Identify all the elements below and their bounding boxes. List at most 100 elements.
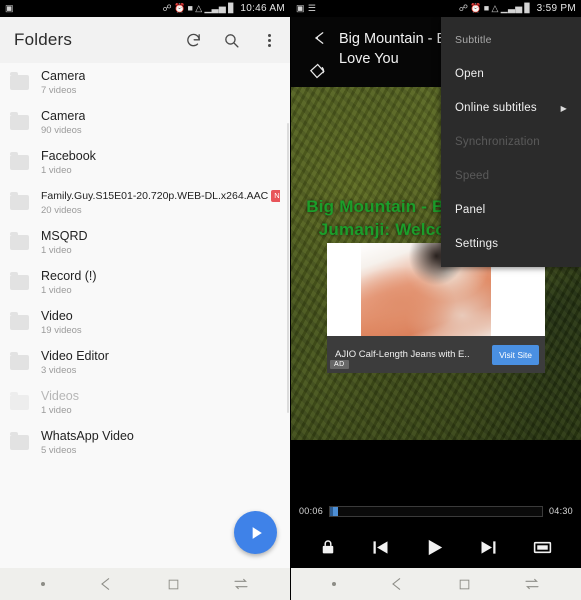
seek-bar[interactable] xyxy=(329,505,543,517)
lock-icon[interactable] xyxy=(319,538,337,556)
menu-item-panel[interactable]: Panel xyxy=(441,193,581,227)
folder-count: 1 video xyxy=(41,405,72,416)
battery-icon: ▊ xyxy=(228,3,236,13)
folder-list-item[interactable]: Videos 1 video xyxy=(0,383,290,423)
left-statusbar-right-icons: ☍ ⏰ ■ △ ▁▃▅ ▊ 10:46 AM xyxy=(163,3,285,14)
folder-list-item[interactable]: Video Editor 3 videos xyxy=(0,343,290,383)
folder-list-item[interactable]: MSQRD 1 video xyxy=(0,223,290,263)
refresh-icon[interactable] xyxy=(182,29,204,51)
folder-icon xyxy=(10,192,29,210)
right-statusbar-right-icons: ☍ ⏰ ■ △ ▁▃▅ ▊ 3:59 PM xyxy=(459,3,576,14)
folder-name: Videos xyxy=(41,389,79,403)
screen-rotate-icon[interactable] xyxy=(309,61,329,81)
nav-dot-icon[interactable] xyxy=(331,582,336,586)
folder-icon xyxy=(10,232,29,250)
folder-count: 7 videos xyxy=(41,85,77,96)
menu-item-speed: Speed xyxy=(441,159,581,193)
folder-icon xyxy=(10,112,29,130)
total-time: 04:30 xyxy=(548,506,573,516)
folder-name: Camera xyxy=(41,109,86,123)
left-phone-screen: ▣ ☍ ⏰ ■ △ ▁▃▅ ▊ 10:46 AM Folders Camera … xyxy=(0,0,290,600)
folder-text: Video Editor 3 videos xyxy=(41,349,109,378)
right-navbar xyxy=(291,568,581,600)
folder-name: Record (!) xyxy=(41,269,97,283)
chevron-right-icon: ▶ xyxy=(560,103,567,113)
left-toolbar: Folders xyxy=(0,17,290,63)
nav-recents-icon[interactable] xyxy=(233,576,249,592)
left-statusbar-left-icons: ▣ xyxy=(5,4,14,13)
alarm-icon: ⏰ xyxy=(470,3,482,13)
folder-list-item[interactable]: Family.Guy.S15E01-20.720p.WEB-DL.x264.AA… xyxy=(0,183,290,223)
aspect-ratio-icon[interactable] xyxy=(532,537,553,558)
folder-text: Facebook 1 video xyxy=(41,149,96,178)
menu-item-online-subtitles[interactable]: Online subtitles ▶ xyxy=(441,91,581,125)
folder-text: Camera 90 videos xyxy=(41,109,85,138)
folder-text: Family.Guy.S15E01-20.720p.WEB-DL.x264.AA… xyxy=(41,189,280,218)
play-fab-button[interactable] xyxy=(234,511,277,554)
visit-site-button[interactable]: Visit Site xyxy=(492,344,539,365)
folder-icon xyxy=(10,152,29,170)
folder-icon xyxy=(10,272,29,290)
search-icon[interactable] xyxy=(220,29,242,51)
nav-home-icon[interactable] xyxy=(458,578,471,591)
folder-name: Camera xyxy=(41,69,86,83)
folder-count: 20 videos xyxy=(41,205,82,216)
menu-item-label: Settings xyxy=(455,238,499,250)
battery-icon: ▊ xyxy=(524,3,532,13)
folder-list-item[interactable]: Video 19 videos xyxy=(0,303,290,343)
menu-item-label: Synchronization xyxy=(455,136,540,148)
menu-item-settings[interactable]: Settings xyxy=(441,227,581,261)
wifi-icon: △ xyxy=(195,3,203,13)
transport-controls xyxy=(299,526,573,568)
folder-list[interactable]: Camera 7 videos Camera 90 videos Faceboo… xyxy=(0,63,290,568)
folder-text: Video 19 videos xyxy=(41,309,82,338)
nav-recents-icon[interactable] xyxy=(524,576,540,592)
bluetooth-icon: ☍ xyxy=(162,3,172,13)
ad-bottom-bar: AJIO Calf-Length Jeans with E.. Visit Si… xyxy=(327,336,545,373)
seek-row: 00:06 04:30 xyxy=(299,496,573,526)
folder-count: 1 video xyxy=(41,165,72,176)
nav-back-icon[interactable] xyxy=(98,576,114,592)
play-icon[interactable] xyxy=(423,536,446,559)
folder-icon xyxy=(10,312,29,330)
folder-icon xyxy=(10,432,29,450)
right-statusbar: ▣ ☰ ☍ ⏰ ■ △ ▁▃▅ ▊ 3:59 PM xyxy=(291,0,581,17)
folder-count: 5 videos xyxy=(41,445,77,456)
scrollbar[interactable] xyxy=(287,123,289,413)
right-statusbar-left-icons: ▣ ☰ xyxy=(296,4,316,13)
folder-list-item[interactable]: WhatsApp Video 5 videos xyxy=(0,423,290,463)
new-badge: NEW xyxy=(271,189,280,202)
folder-list-item[interactable]: Record (!) 1 video xyxy=(0,263,290,303)
bluetooth-icon: ☍ xyxy=(458,3,469,13)
previous-icon[interactable] xyxy=(370,537,391,558)
menu-item-open[interactable]: Open xyxy=(441,57,581,91)
nav-home-icon[interactable] xyxy=(167,578,180,591)
more-options-icon[interactable] xyxy=(258,29,280,51)
nav-dot-icon[interactable] xyxy=(40,582,45,586)
ad-label: AD xyxy=(330,360,349,369)
left-statusbar: ▣ ☍ ⏰ ■ △ ▁▃▅ ▊ 10:46 AM xyxy=(0,0,290,17)
toolbar-actions xyxy=(182,29,280,51)
menu-item-label: Panel xyxy=(455,204,486,216)
back-arrow-icon[interactable] xyxy=(310,29,328,47)
vibrate-icon: ■ xyxy=(483,3,490,13)
folder-name: MSQRD xyxy=(41,229,88,243)
folder-count: 1 video xyxy=(41,245,72,256)
vibrate-icon: ■ xyxy=(187,3,194,13)
nav-back-icon[interactable] xyxy=(389,576,405,592)
folder-list-item[interactable]: Camera 90 videos xyxy=(0,103,290,143)
next-icon[interactable] xyxy=(478,537,499,558)
menu-item-label: Online subtitles xyxy=(455,102,537,114)
current-time: 00:06 xyxy=(299,506,324,516)
subtitle-options-menu[interactable]: Subtitle Open Online subtitles ▶ Synchro… xyxy=(441,17,581,267)
folder-list-item[interactable]: Camera 7 videos xyxy=(0,63,290,103)
folder-name: Facebook xyxy=(41,149,96,163)
folder-name-row: Family.Guy.S15E01-20.720p.WEB-DL.x264.AA… xyxy=(41,189,280,204)
folder-text: Record (!) 1 video xyxy=(41,269,97,298)
folder-list-item[interactable]: Facebook 1 video xyxy=(0,143,290,183)
seek-thumb[interactable] xyxy=(332,506,338,516)
folder-icon xyxy=(10,392,29,410)
folder-count: 19 videos xyxy=(41,325,82,336)
screenshot-root: ▣ ☍ ⏰ ■ △ ▁▃▅ ▊ 10:46 AM Folders Camera … xyxy=(0,0,581,600)
menu-item-subtitle: Subtitle xyxy=(441,23,581,57)
